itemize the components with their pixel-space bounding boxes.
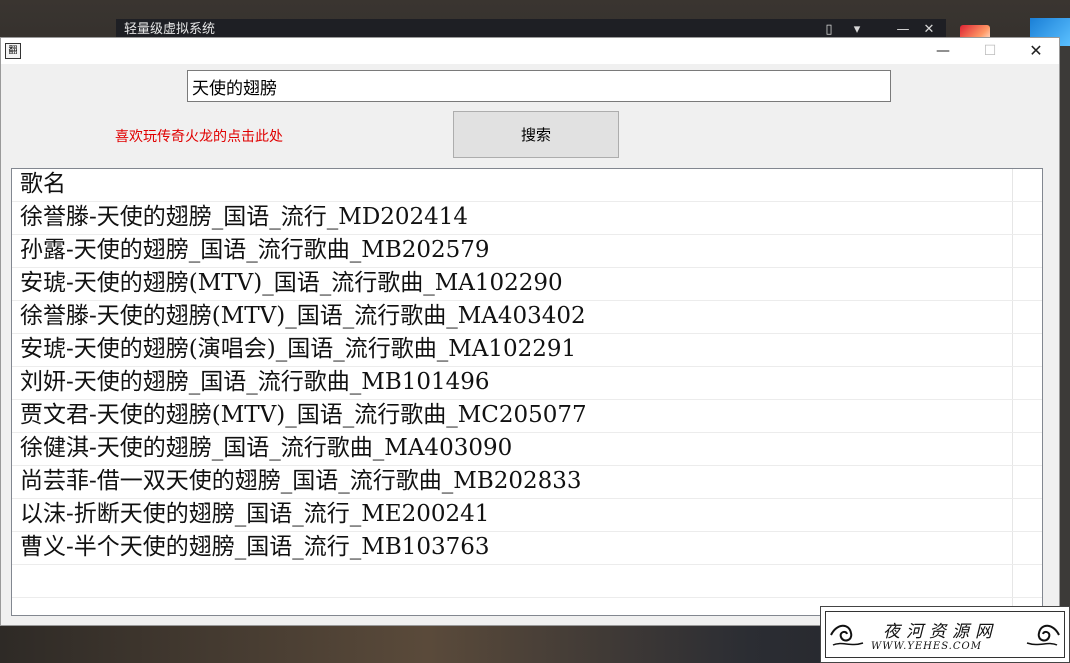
list-item[interactable]: 尚芸菲-借一双天使的翅膀_国语_流行歌曲_MB202833 (12, 466, 1042, 499)
background-window-title: 轻量级虚拟系统 (124, 22, 216, 37)
list-header: 歌名 (12, 169, 1042, 202)
ornament-icon (1026, 624, 1060, 646)
list-item[interactable]: 刘妍-天使的翅膀_国语_流行歌曲_MB101496 (12, 367, 1042, 400)
list-item[interactable]: 安琥-天使的翅膀(演唱会)_国语_流行歌曲_MA102291 (12, 334, 1042, 367)
list-item[interactable]: 安琥-天使的翅膀(MTV)_国语_流行歌曲_MA102290 (12, 268, 1042, 301)
title-bar[interactable]: 翻 — ☐ ✕ (1, 38, 1059, 64)
minimize-button[interactable]: — (920, 38, 966, 64)
list-item[interactable]: 以沫-折断天使的翅膀_国语_流行_ME200241 (12, 499, 1042, 532)
list-item[interactable]: 曹义-半个天使的翅膀_国语_流行_MB103763 (12, 532, 1042, 565)
app-icon: 翻 (5, 43, 21, 59)
search-button[interactable]: 搜索 (453, 111, 619, 158)
watermark: 夜河资源网 WWW.YEHES.COM (820, 606, 1070, 663)
empty-row (12, 565, 1042, 598)
ornament-icon (830, 624, 864, 646)
results-listbox[interactable]: 歌名 徐誉滕-天使的翅膀_国语_流行_MD202414 孙露-天使的翅膀_国语_流… (11, 168, 1043, 616)
list-item[interactable]: 贾文君-天使的翅膀(MTV)_国语_流行歌曲_MC205077 (12, 400, 1042, 433)
close-button[interactable]: ✕ (1013, 38, 1059, 64)
list-item[interactable]: 孙露-天使的翅膀_国语_流行歌曲_MB202579 (12, 235, 1042, 268)
list-item[interactable]: 徐健淇-天使的翅膀_国语_流行歌曲_MA403090 (12, 433, 1042, 466)
watermark-url: WWW.YEHES.COM (871, 641, 982, 652)
maximize-button[interactable]: ☐ (967, 38, 1013, 64)
search-input[interactable] (187, 70, 891, 102)
watermark-title: 夜河资源网 (883, 622, 998, 642)
desktop-wallpaper-edge (1060, 46, 1070, 606)
promo-link[interactable]: 喜欢玩传奇火龙的点击此处 (115, 126, 283, 146)
app-window: 翻 — ☐ ✕ 喜欢玩传奇火龙的点击此处 搜索 歌名 徐誉滕-天使的翅膀_国语_… (0, 37, 1060, 626)
list-item[interactable]: 徐誉滕-天使的翅膀(MTV)_国语_流行歌曲_MA403402 (12, 301, 1042, 334)
list-item[interactable]: 徐誉滕-天使的翅膀_国语_流行_MD202414 (12, 202, 1042, 235)
